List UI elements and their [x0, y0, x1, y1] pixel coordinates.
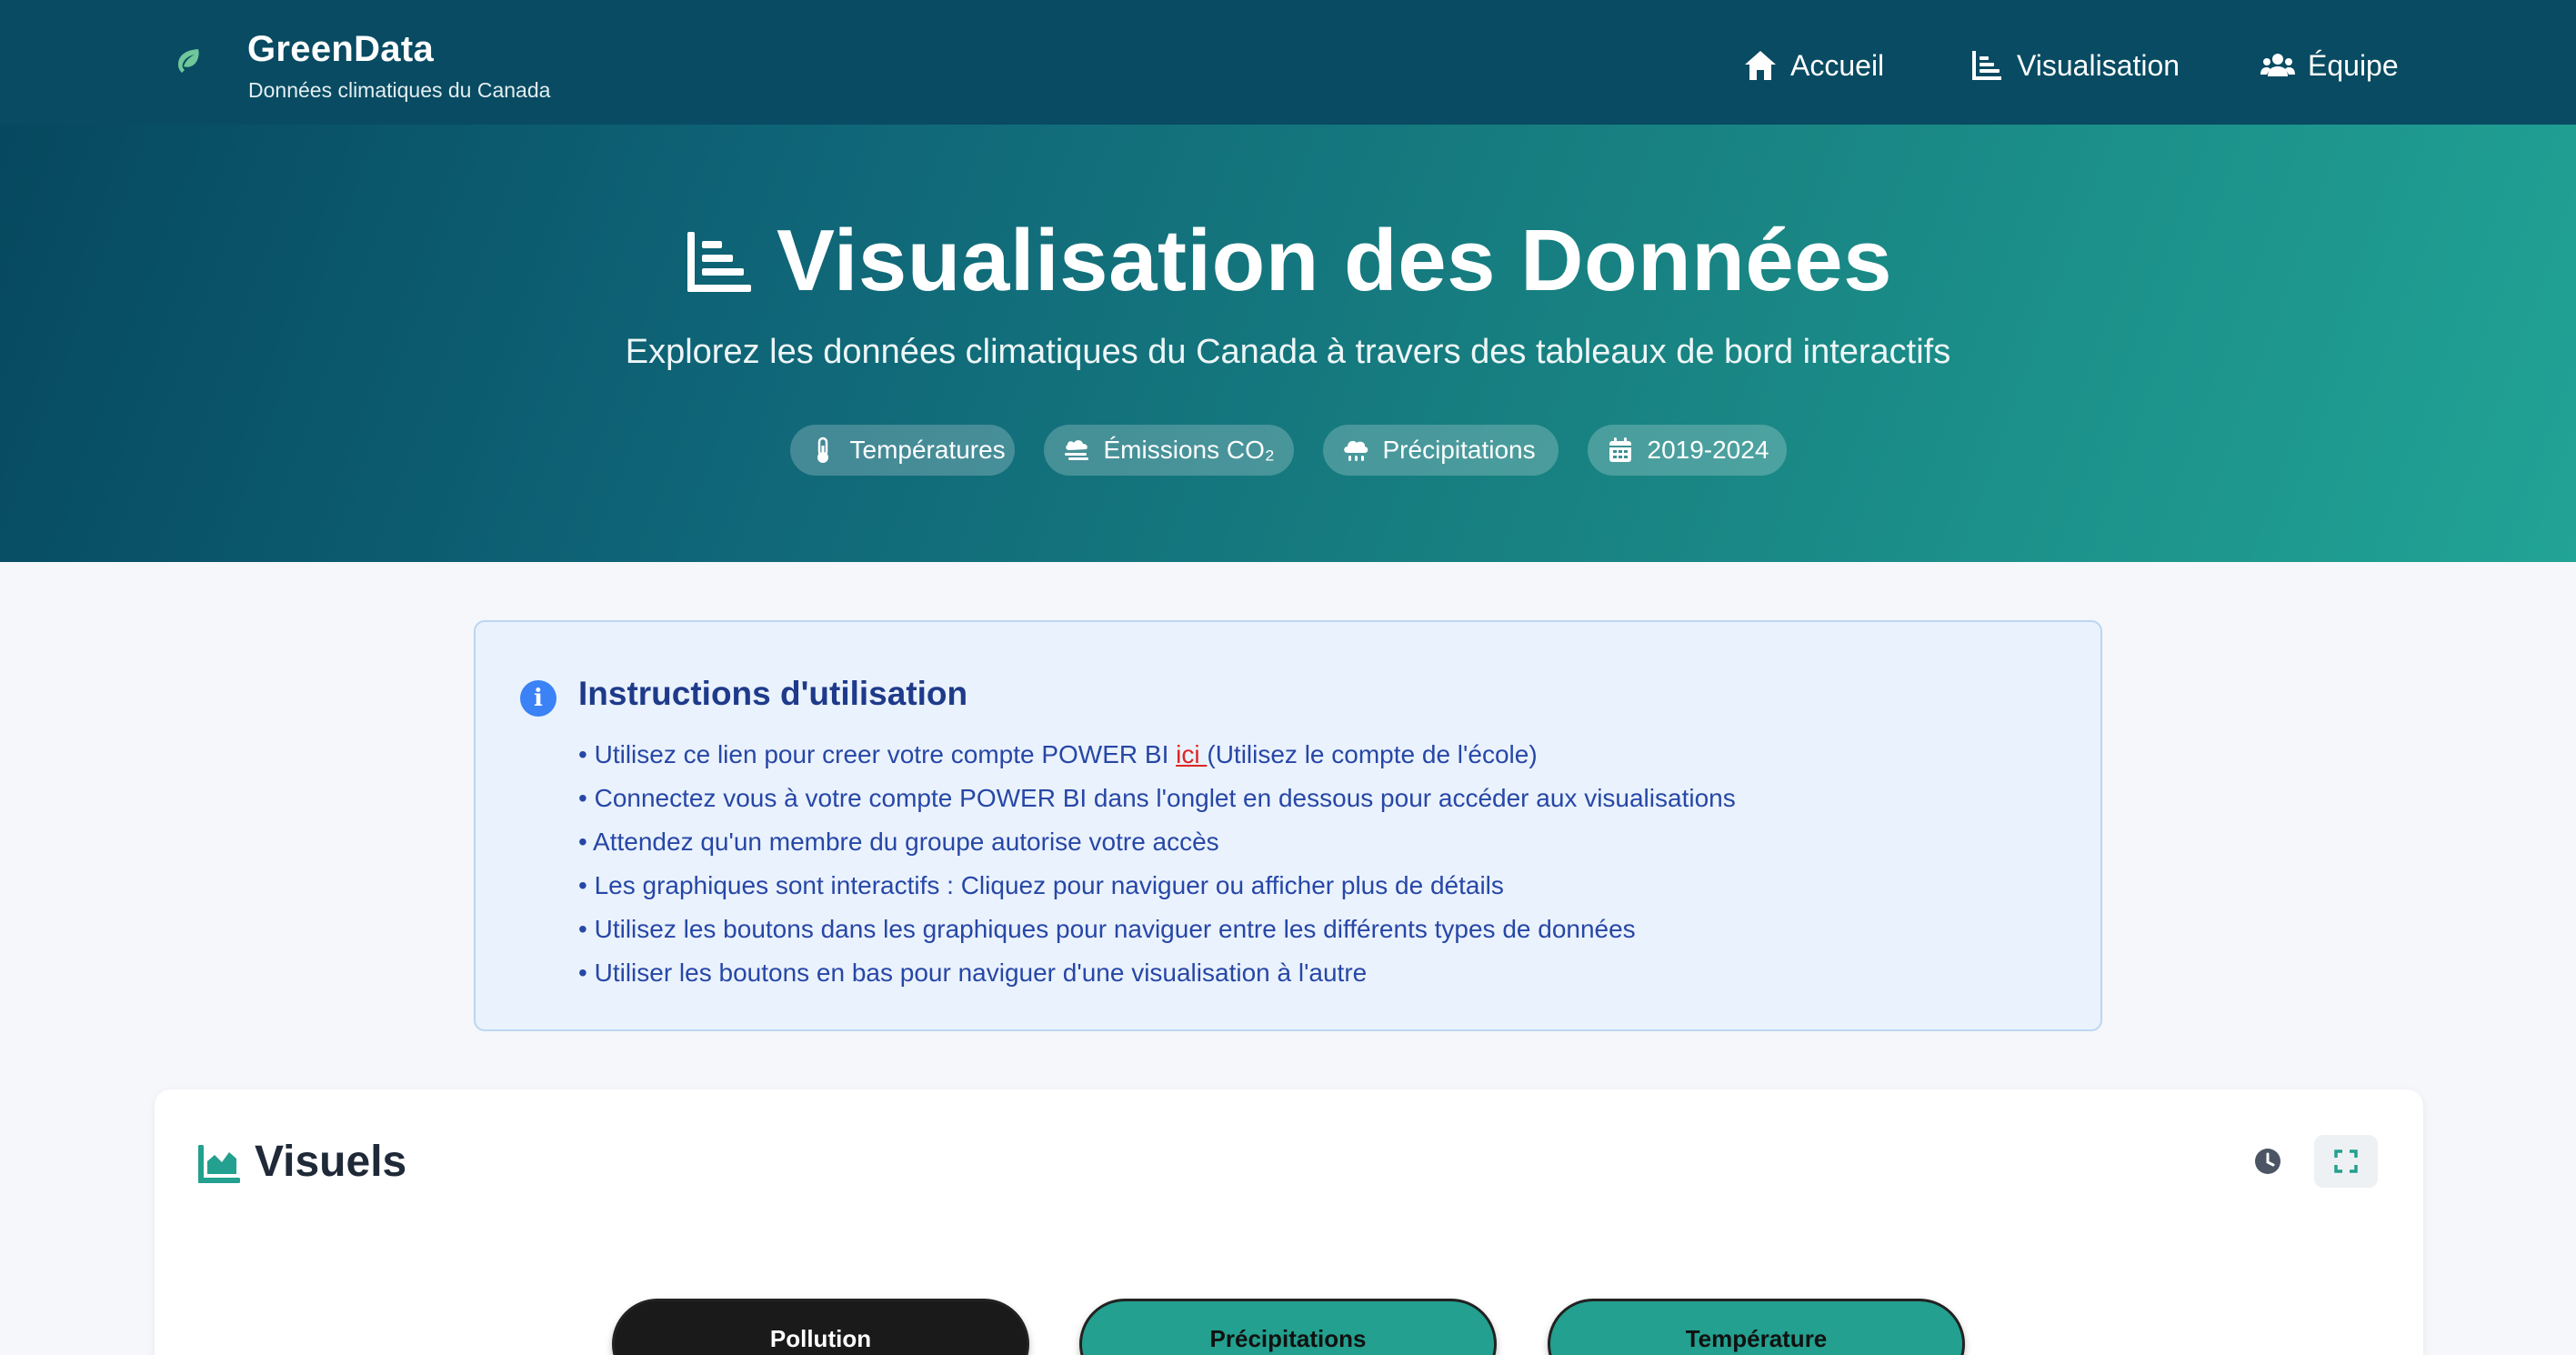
list-item: Utilisez ce lien pour creer votre compte…: [578, 733, 1736, 777]
brand-name[interactable]: GreenData: [247, 29, 434, 70]
tag-label: Émissions CO₂: [1103, 436, 1275, 464]
nav-link-equipe[interactable]: Équipe: [2260, 44, 2399, 87]
tag-label: 2019-2024: [1647, 436, 1769, 464]
nav-label: Équipe: [2308, 48, 2399, 82]
list-item: Connectez vous à votre compte POWER BI d…: [578, 777, 1736, 820]
fullscreen-button[interactable]: [2314, 1135, 2378, 1188]
nav-label: Visualisation: [2017, 48, 2180, 82]
navbar: GreenData Données climatiques du Canada …: [0, 0, 2576, 125]
hero-tags: Températures Émissions CO₂ Précipitation…: [0, 425, 2576, 476]
instruction-text: (Utilisez le compte de l'école): [1207, 740, 1538, 768]
instructions-title: Instructions d'utilisation: [578, 675, 968, 712]
visuels-card: Visuels Pollution Précipitations Tempéra…: [155, 1089, 2423, 1355]
power-bi-signup-link[interactable]: ici: [1176, 740, 1207, 768]
instructions-list: Utilisez ce lien pour creer votre compte…: [578, 733, 1736, 995]
nav-label: Accueil: [1790, 48, 1885, 82]
expand-icon: [2334, 1149, 2358, 1173]
list-item: Les graphiques sont interactifs : Clique…: [578, 864, 1736, 908]
chart-area-icon: [198, 1145, 240, 1183]
tag-temperatures: Températures: [789, 425, 1015, 476]
list-item: Utiliser les boutons en bas pour navigue…: [578, 951, 1736, 995]
chart-bar-icon: [1972, 51, 2001, 80]
calendar-icon: [1609, 437, 1631, 462]
tag-label: Températures: [849, 436, 1006, 464]
thermometer-icon: [817, 437, 828, 463]
home-icon: [1745, 51, 1776, 80]
info-icon: i: [520, 680, 556, 717]
instruction-text: Utilisez ce lien pour creer votre compte…: [594, 740, 1177, 768]
tab-temperature[interactable]: Température: [1548, 1299, 1965, 1355]
visuels-title: Visuels: [255, 1138, 407, 1186]
cloud-rain-icon: [1343, 440, 1368, 461]
page-title: Visualisation des Données: [0, 211, 2576, 311]
tab-precipitations[interactable]: Précipitations: [1079, 1299, 1497, 1355]
instructions-panel: i Instructions d'utilisation Utilisez ce…: [474, 620, 2102, 1031]
leaf-icon: [178, 49, 199, 73]
list-item: Attendez qu'un membre du groupe autorise…: [578, 820, 1736, 864]
nav-link-visualisation[interactable]: Visualisation: [1970, 44, 2180, 87]
clock-icon[interactable]: [2253, 1147, 2282, 1176]
users-icon: [2260, 54, 2295, 76]
list-item: Utilisez les boutons dans les graphiques…: [578, 908, 1736, 951]
page-subtitle: Explorez les données climatiques du Cana…: [625, 333, 1951, 371]
tag-label: Précipitations: [1382, 436, 1536, 464]
tab-pollution[interactable]: Pollution: [612, 1299, 1029, 1355]
smog-icon: [1064, 440, 1088, 460]
tag-period: 2019-2024: [1587, 425, 1787, 476]
chart-bar-icon: [687, 232, 751, 292]
brand-subtitle: Données climatiques du Canada: [248, 78, 551, 102]
nav-link-accueil[interactable]: Accueil: [1743, 44, 1884, 87]
tag-precipitations: Précipitations: [1322, 425, 1559, 476]
tag-emissions-co2: Émissions CO₂: [1043, 425, 1294, 476]
page-title-text: Visualisation des Données: [776, 212, 1893, 309]
